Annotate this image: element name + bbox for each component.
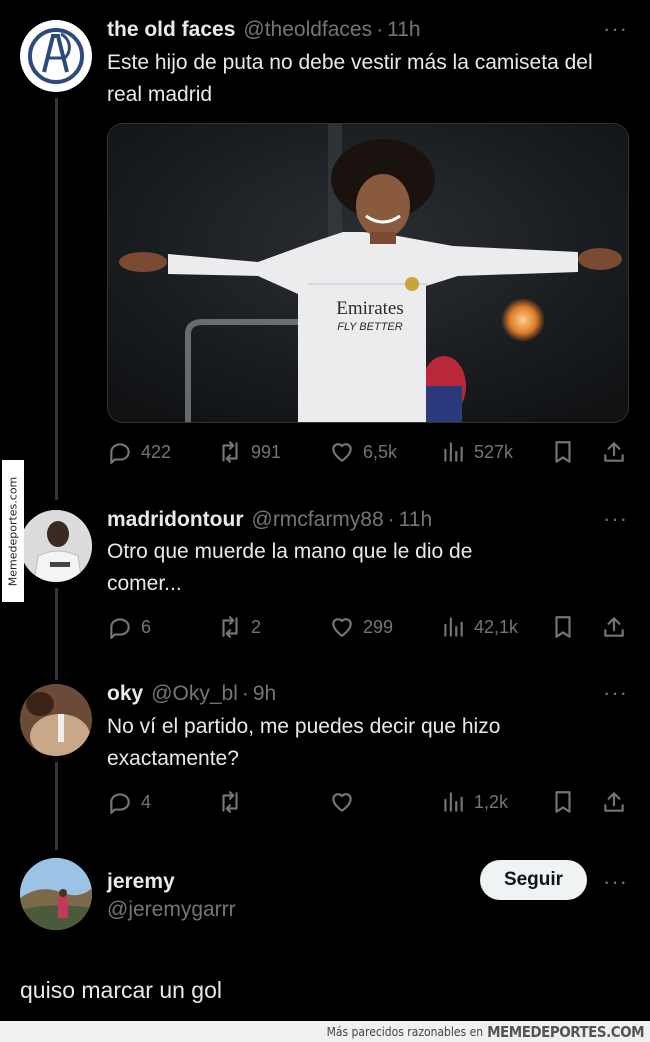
- views-count: 1,2k: [474, 791, 509, 812]
- real-madrid-logo-icon: [22, 22, 90, 90]
- retweet-icon: [222, 791, 238, 813]
- username[interactable]: @Oky_bl: [151, 681, 238, 707]
- player-celebration-image: Emirates FLY BETTER: [108, 124, 628, 422]
- username[interactable]: @jeremygarrr: [107, 896, 236, 924]
- retweet-button[interactable]: 2: [217, 612, 261, 642]
- shirt-sponsor: Emirates: [336, 298, 404, 319]
- views-button[interactable]: 42,1k: [440, 612, 518, 642]
- retweet-button[interactable]: [217, 787, 251, 817]
- reply-button[interactable]: 422: [107, 437, 171, 467]
- reply-button[interactable]: 6: [107, 612, 151, 642]
- bookmark-button[interactable]: [550, 437, 576, 467]
- reply-count: 4: [141, 791, 152, 812]
- username[interactable]: @rmcfarmy88: [252, 507, 384, 533]
- tweet-actions: 6 2 299 42,1k: [107, 612, 629, 642]
- share-icon: [604, 792, 624, 812]
- display-name[interactable]: madridontour: [107, 507, 244, 533]
- tweet-media[interactable]: Emirates FLY BETTER: [107, 123, 629, 423]
- heart-icon: [332, 618, 352, 637]
- more-options-icon[interactable]: ···: [603, 508, 628, 530]
- views-button[interactable]: 1,2k: [440, 787, 508, 817]
- retweet-count: 991: [251, 441, 282, 462]
- tweet-text: Este hijo de puta no debe vestir más la …: [107, 51, 593, 106]
- follow-button[interactable]: Seguir: [480, 860, 587, 900]
- display-name[interactable]: oky: [107, 681, 143, 707]
- like-button[interactable]: 299: [329, 612, 393, 642]
- avatar[interactable]: [20, 510, 92, 582]
- tweet-header: madridontour @rmcfarmy88 · 11h: [107, 507, 432, 533]
- timestamp[interactable]: 11h: [387, 17, 420, 43]
- footer-prefix: Más parecidos razonables en: [326, 1024, 484, 1039]
- profile-header: jeremy @jeremygarrr: [107, 868, 236, 924]
- timestamp[interactable]: 11h: [399, 507, 432, 533]
- thread-line: [55, 762, 58, 850]
- like-button[interactable]: 6,5k: [329, 437, 397, 467]
- views-icon: [444, 442, 463, 462]
- bookmark-button[interactable]: [550, 612, 576, 642]
- more-options-icon[interactable]: ···: [603, 682, 628, 704]
- retweet-count: 2: [251, 616, 262, 637]
- avatar-image: [20, 858, 92, 930]
- like-count: 299: [363, 616, 394, 637]
- tweet-header: the old faces @theoldfaces · 11h: [107, 17, 421, 43]
- tweet-text: Otro que muerde la mano que le dio de co…: [107, 540, 473, 595]
- like-count: 6,5k: [363, 441, 398, 462]
- reply-icon: [110, 793, 130, 814]
- views-count: 42,1k: [474, 616, 519, 637]
- avatar-image: [20, 684, 92, 756]
- share-icon: [604, 442, 624, 462]
- tweet-header: oky @Oky_bl · 9h: [107, 681, 276, 707]
- bookmark-icon: [555, 791, 571, 813]
- bookmark-icon: [555, 441, 571, 463]
- reply-button[interactable]: 4: [107, 787, 151, 817]
- separator: ·: [376, 18, 384, 41]
- share-button[interactable]: [601, 612, 627, 642]
- side-watermark: Memedeportes.com: [2, 460, 24, 602]
- avatar-image: [20, 510, 92, 582]
- retweet-button[interactable]: 991: [217, 437, 281, 467]
- share-button[interactable]: [601, 787, 627, 817]
- side-watermark-text: Memedeportes.com: [6, 476, 20, 586]
- reply-icon: [110, 443, 130, 464]
- username[interactable]: @theoldfaces: [243, 17, 372, 43]
- share-icon: [604, 617, 624, 637]
- display-name[interactable]: jeremy: [107, 868, 175, 896]
- reply-count: 422: [141, 441, 172, 462]
- retweet-icon: [222, 616, 238, 638]
- heart-icon: [332, 793, 352, 812]
- thread-line: [55, 588, 58, 680]
- avatar[interactable]: [20, 684, 92, 756]
- retweet-icon: [222, 441, 238, 463]
- views-count: 527k: [474, 441, 514, 462]
- views-icon: [444, 617, 463, 637]
- tweet-text: quiso marcar un gol: [20, 977, 222, 1003]
- views-button[interactable]: 527k: [440, 437, 513, 467]
- avatar[interactable]: [20, 20, 92, 92]
- reply-count: 6: [141, 616, 152, 637]
- thread-line: [55, 98, 58, 500]
- display-name[interactable]: the old faces: [107, 17, 235, 43]
- shirt-sponsor-sub: FLY BETTER: [337, 321, 402, 333]
- share-button[interactable]: [601, 437, 627, 467]
- heart-icon: [332, 443, 352, 462]
- avatar[interactable]: [20, 858, 92, 930]
- like-button[interactable]: [329, 787, 363, 817]
- bookmark-icon: [555, 616, 571, 638]
- footer-watermark: Más parecidos razonables en MEMEDEPORTES…: [0, 1021, 650, 1042]
- tweet-actions: 4 1,2k: [107, 787, 629, 817]
- separator: ·: [387, 508, 395, 531]
- footer-brand: MEMEDEPORTES.COM: [487, 1022, 644, 1041]
- more-options-icon[interactable]: ···: [603, 18, 628, 40]
- views-icon: [444, 792, 463, 812]
- tweet-actions: 422 991 6,5k 527k: [107, 437, 629, 467]
- timestamp[interactable]: 9h: [253, 681, 276, 707]
- tweet-text: No ví el partido, me puedes decir que hi…: [107, 715, 501, 770]
- reply-icon: [110, 618, 130, 639]
- more-options-icon[interactable]: ···: [603, 871, 628, 893]
- separator: ·: [241, 682, 249, 705]
- bookmark-button[interactable]: [550, 787, 576, 817]
